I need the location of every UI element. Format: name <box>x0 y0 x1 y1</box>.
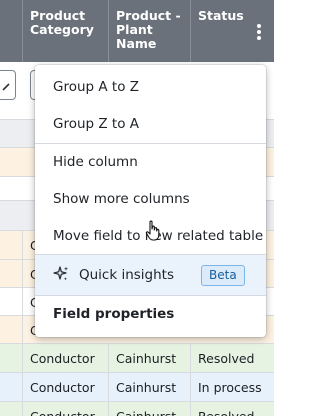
cell-status[interactable]: In process <box>190 373 274 401</box>
column-header-status[interactable]: Status <box>190 0 274 62</box>
table-row: Conductor Cainhurst Resolved <box>0 344 274 373</box>
menu-item-field-properties[interactable]: Field properties <box>35 296 266 332</box>
menu-item-group-z-to-a[interactable]: Group Z to A <box>35 106 266 142</box>
cell-plant[interactable]: Cainhurst <box>108 344 190 372</box>
column-header-plant-name[interactable]: Product - Plant Name <box>108 0 190 62</box>
column-header-product-category[interactable]: Product Category <box>22 0 108 62</box>
column-header-status-label: Status <box>198 8 244 23</box>
quick-insights-label: Quick insights <box>79 267 175 283</box>
sparkle-icon <box>53 266 69 281</box>
menu-item-hide-column[interactable]: Hide column <box>35 144 266 180</box>
menu-item-show-more-columns[interactable]: Show more columns <box>35 181 266 217</box>
filter-input-left[interactable] <box>0 70 16 100</box>
cell-plant[interactable]: Cainhurst <box>108 402 190 416</box>
table-row: Conductor Cainhurst Resolved <box>0 402 274 416</box>
table-header: Product Category Product - Plant Name St… <box>0 0 274 62</box>
table-row: Conductor Cainhurst In process <box>0 373 274 402</box>
column-context-menu: Group A to Z Group Z to A Hide column Sh… <box>35 65 266 337</box>
hand-cursor-icon <box>145 220 160 241</box>
table-view: Product Category Product - Plant Name St… <box>0 0 274 416</box>
cell-status[interactable]: Resolved <box>190 402 274 416</box>
cell-plant[interactable]: Cainhurst <box>108 373 190 401</box>
kebab-menu-icon[interactable] <box>252 22 266 42</box>
menu-item-quick-insights[interactable]: Quick insights Beta <box>35 255 266 295</box>
cell-category[interactable]: Conductor <box>22 373 108 401</box>
beta-badge: Beta <box>201 265 245 286</box>
menu-item-group-a-to-z[interactable]: Group A to Z <box>35 69 266 105</box>
cell-status[interactable]: Resolved <box>190 344 274 372</box>
chevron-icon <box>2 83 10 91</box>
cell-category[interactable]: Conductor <box>22 344 108 372</box>
cell-category[interactable]: Conductor <box>22 402 108 416</box>
